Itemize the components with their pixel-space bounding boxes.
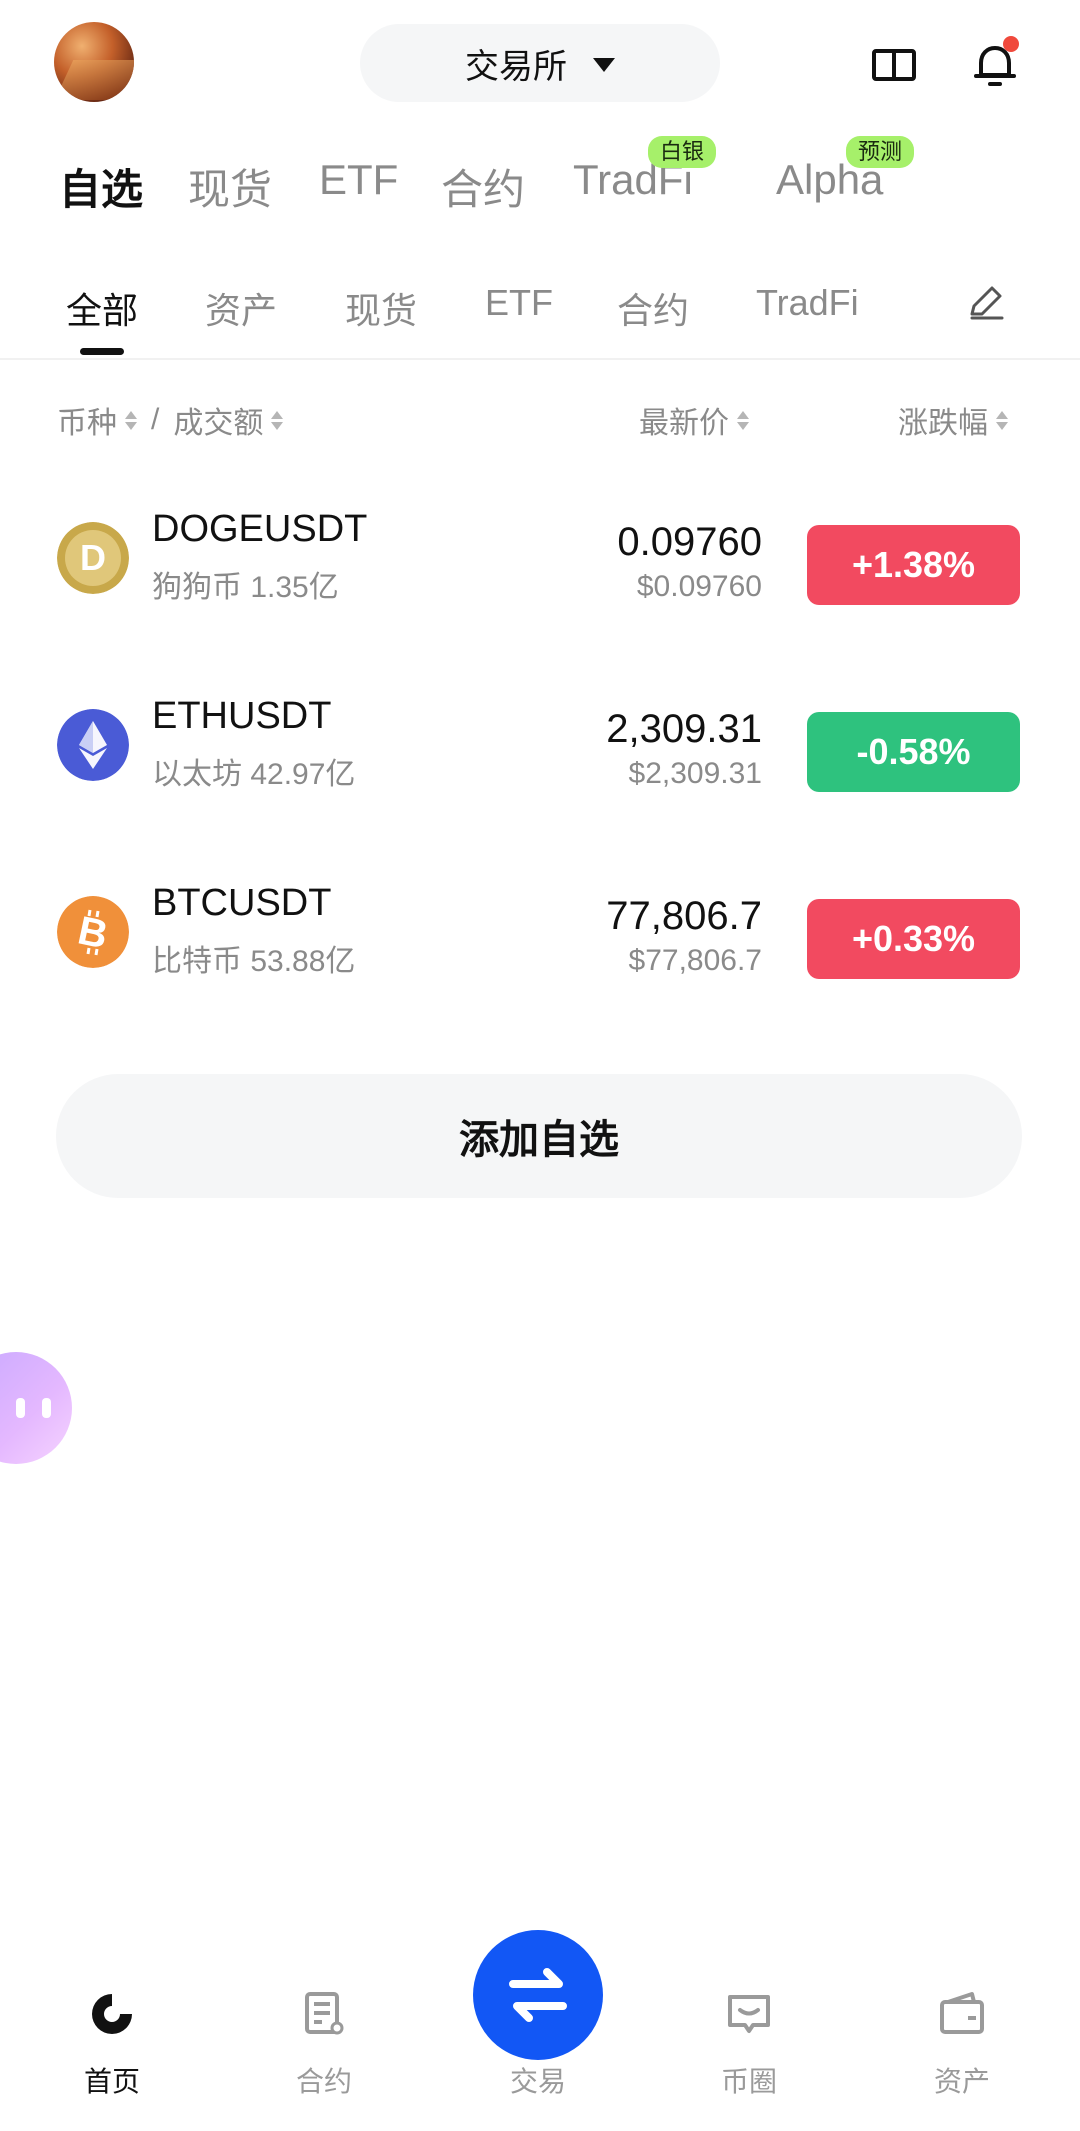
nav-home[interactable]: 首页 [42,1980,182,2110]
trade-button[interactable] [473,1930,603,2060]
coin-subtitle: 以太坊 42.97亿 [152,749,355,793]
community-icon [728,1995,770,2033]
coin-subtitle: 比特币 53.88亿 [152,936,355,980]
nav-label: 资产 [933,2066,990,2097]
pair-symbol: DOGEUSDT [152,508,368,550]
market-category-tabs: 自选 现货 ETF 合约 TradFi Alpha [0,150,1080,230]
exchange-switcher[interactable]: 交易所 [360,24,720,102]
nav-square[interactable]: 币圈 [679,1980,819,2110]
change-badge[interactable]: +0.33% [807,899,1020,979]
assistant-eye-icon [42,1398,51,1418]
pair-symbol: BTCUSDT [152,882,332,924]
nav-label: 交易 [509,2066,566,2097]
doge-coin-icon: D [57,522,129,594]
exchange-label: 交易所 [465,47,567,86]
table-row[interactable]: B BTCUSDT 比特币 53.88亿 77,806.7 $77,806.7 … [0,866,1080,1016]
last-price: 2,309.31 [606,707,762,751]
coin-name: 狗狗币 [152,571,242,604]
coin-subtitle: 狗狗币 1.35亿 [152,562,339,606]
nav-label: 合约 [295,2066,352,2097]
price-column-label: 最新价 [639,407,729,440]
swap-arrows-icon [509,1968,567,2022]
subtab-futures[interactable]: 合约 [617,282,689,334]
alpha-badge: 预测 [846,136,915,168]
change-badge[interactable]: +1.38% [807,525,1020,605]
volume-column-label: 成交额 [173,407,264,440]
coin-column-label: 币种 [57,407,117,440]
edit-icon[interactable] [964,280,1008,324]
tab-futures[interactable]: 合约 [441,156,525,217]
tab-watchlist[interactable]: 自选 [59,156,143,217]
notification-dot [1003,36,1019,52]
coin-volume: 42.97亿 [250,758,356,791]
chevron-down-icon [593,58,615,72]
home-icon [92,1994,132,2034]
usd-price: $2,309.31 [628,757,762,790]
table-row[interactable]: D DOGEUSDT 狗狗币 1.35亿 0.09760 $0.09760 +1… [0,492,1080,642]
svg-text:D: D [80,537,106,578]
subtab-assets[interactable]: 资产 [205,282,277,334]
sort-icon [996,410,1008,430]
subtab-spot[interactable]: 现货 [345,282,417,334]
tab-spot[interactable]: 现货 [188,156,272,217]
nav-label: 首页 [83,2066,140,2097]
change-sort-header[interactable]: 涨跌幅 [898,398,1008,442]
last-price: 0.09760 [617,520,762,564]
usd-price: $0.09760 [636,570,762,603]
sort-icon [271,410,284,430]
subtab-all[interactable]: 全部 [66,282,138,334]
assistant-bubble[interactable] [0,1352,72,1464]
subtab-etf[interactable]: ETF [485,282,553,324]
tab-etf[interactable]: ETF [319,156,398,204]
column-separator: / [151,403,160,436]
active-tab-indicator [80,348,124,355]
add-watchlist-button[interactable]: 添加自选 [56,1074,1022,1198]
coin-name: 以太坊 [152,758,242,791]
tradfi-badge: 白银 [648,136,717,168]
table-row[interactable]: ETHUSDT 以太坊 42.97亿 2,309.31 $2,309.31 -0… [0,679,1080,829]
change-column-label: 涨跌幅 [898,407,988,440]
coin-sort-header[interactable]: 币种 / 成交额 [57,398,284,442]
coin-volume: 53.88亿 [250,945,356,978]
subtab-tradfi[interactable]: TradFi [756,282,859,324]
nav-label: 币圈 [720,2066,777,2097]
pair-symbol: ETHUSDT [152,695,332,737]
contract-icon [305,1992,344,2035]
layout-toggle-icon[interactable] [869,40,919,90]
change-badge[interactable]: -0.58% [807,712,1020,792]
usd-price: $77,806.7 [628,944,762,977]
nav-assets[interactable]: 资产 [892,1980,1032,2110]
eth-coin-icon [57,709,129,781]
wallet-icon [940,1992,984,2034]
sort-icon [737,410,749,430]
watchlist-filter-tabs: 全部 资产 现货 ETF 合约 TradFi [0,270,1080,360]
price-sort-header[interactable]: 最新价 [639,398,749,442]
coin-volume: 1.35亿 [250,571,339,604]
nav-futures[interactable]: 合约 [254,1980,394,2110]
coin-name: 比特币 [152,945,242,978]
last-price: 77,806.7 [606,894,762,938]
sort-icon [125,410,137,430]
avatar[interactable] [54,22,134,102]
btc-coin-icon: B [57,896,129,968]
assistant-eye-icon [16,1398,25,1418]
